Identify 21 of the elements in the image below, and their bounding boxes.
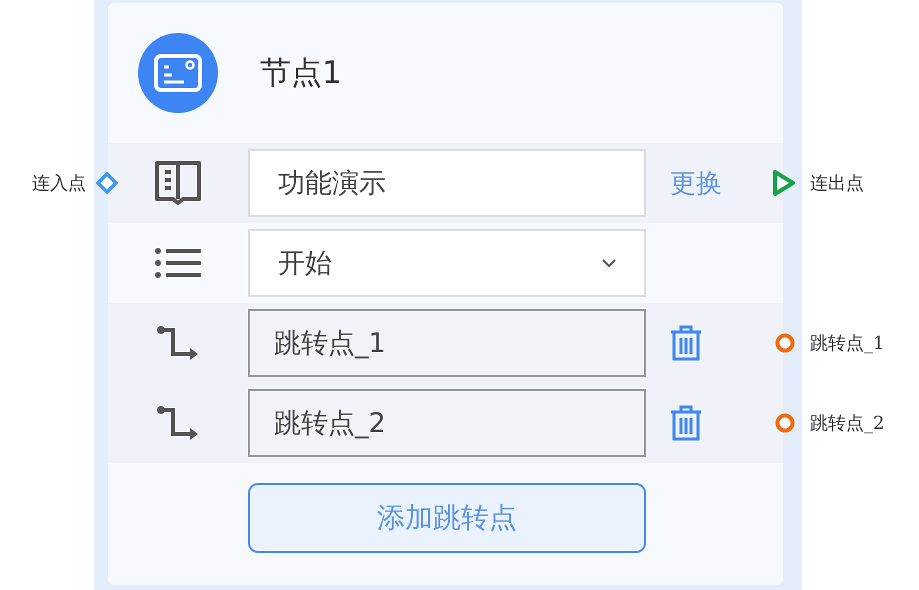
step-arrow-icon (157, 326, 199, 360)
input-field[interactable]: 功能演示 (248, 149, 646, 217)
dropdown[interactable]: 开始 (248, 229, 646, 297)
port-label: 连出点 (810, 172, 864, 195)
port-label: 跳转点_1 (810, 332, 884, 355)
node-title: 节点1 (260, 54, 342, 93)
id-card-icon (153, 53, 203, 93)
step-arrow-icon (157, 406, 199, 440)
input-field[interactable]: 跳转点_2 (248, 389, 646, 457)
jump-port-icon[interactable] (775, 333, 795, 353)
book-icon (154, 159, 202, 207)
input-port-icon[interactable] (96, 172, 118, 194)
list-icon (154, 247, 202, 279)
chevron-down-icon[interactable] (600, 257, 618, 269)
trash-icon[interactable] (670, 325, 702, 361)
input-field[interactable]: 跳转点_1 (248, 309, 646, 377)
port-label: 跳转点_2 (810, 412, 884, 435)
output-port-icon[interactable] (772, 169, 796, 197)
trash-icon[interactable] (670, 405, 702, 441)
jump-port-icon[interactable] (775, 413, 795, 433)
port-label: 连入点 (32, 172, 86, 195)
